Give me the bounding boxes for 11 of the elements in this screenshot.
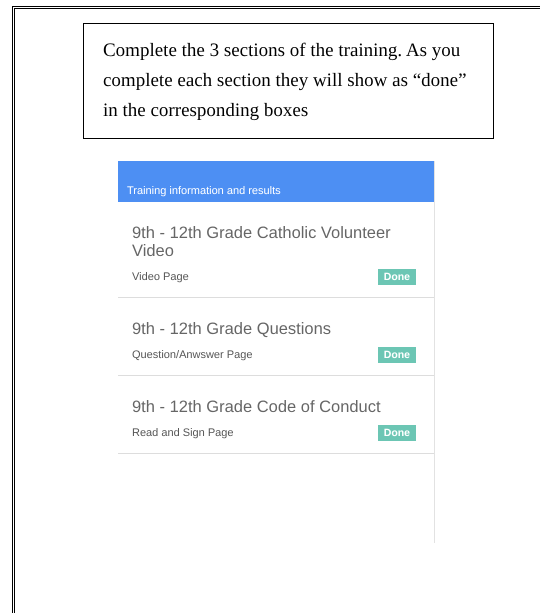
page-type-label: Read and Sign Page [132,427,234,439]
page-type-label: Video Page [132,271,189,283]
section-title[interactable]: 9th - 12th Grade Questions [132,320,416,338]
status-badge: Done [378,425,416,441]
section-title[interactable]: 9th - 12th Grade Code of Conduct [132,398,416,416]
instruction-text: Complete the 3 sections of the training. As you complete each section they will show as “done” in the corresponding boxes [103,39,468,123]
panel-subtitle: Training information and results [127,185,281,197]
status-badge: Done [378,347,416,363]
status-badge: Done [378,269,416,285]
section-title[interactable]: 9th - 12th Grade Catholic Volunteer Video [132,224,416,260]
page-type-label: Question/Anwswer Page [132,349,252,361]
